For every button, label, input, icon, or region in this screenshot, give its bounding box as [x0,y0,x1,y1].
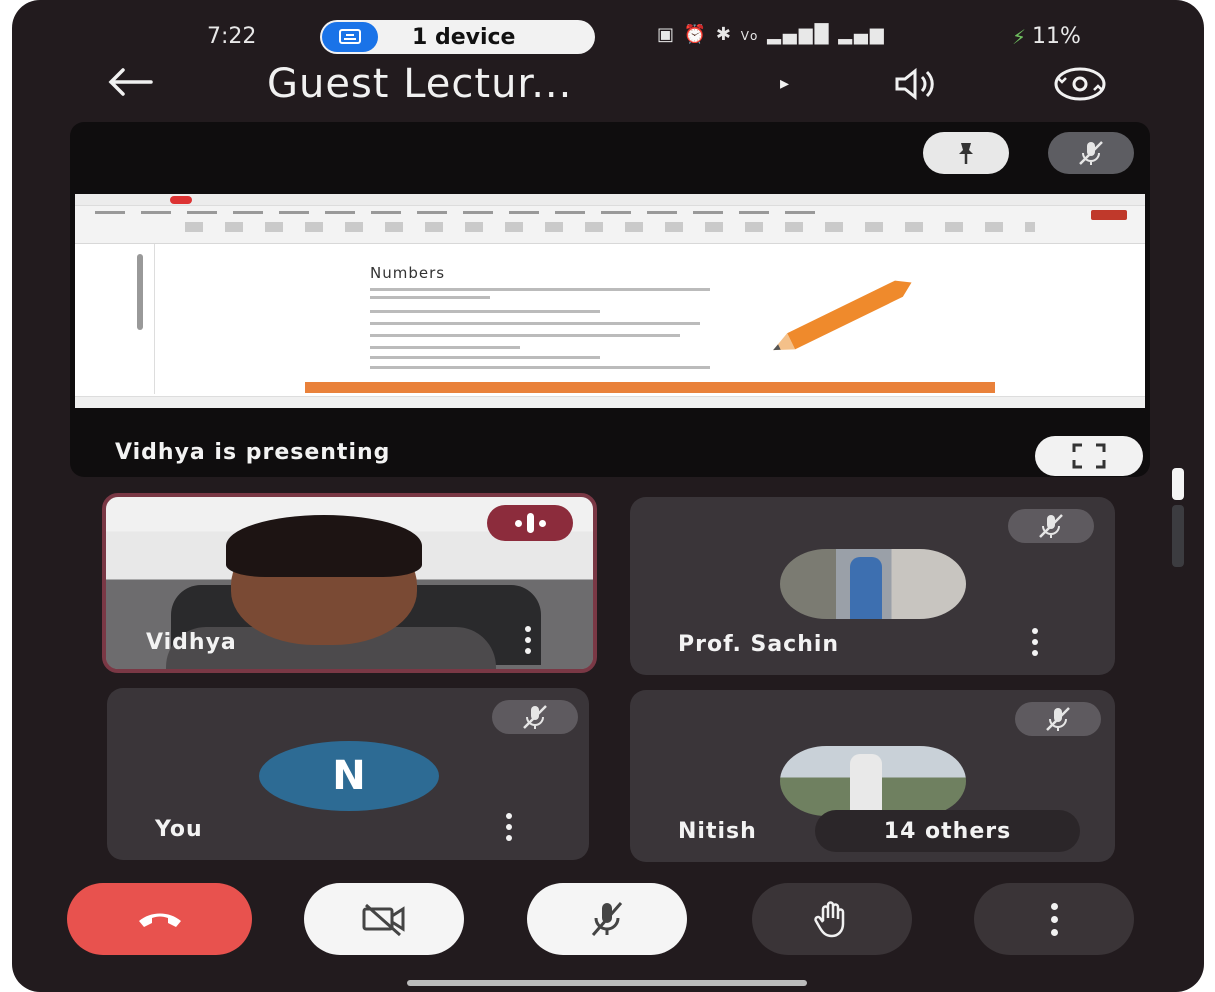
hang-up-icon [138,913,181,927]
avatar [780,549,966,619]
status-icons: ▣ ⏰ ✱ Vo ▂▄▆█ ▂▄▆ [657,24,886,45]
slide-text-line [370,322,700,325]
battery-percent: 11% [1032,24,1081,49]
signal-icon: ▂▄▆█ [767,24,831,45]
presentation-tile[interactable]: Numbers Vidhya is presenting [70,122,1150,477]
volte-icon: Vo [740,29,760,43]
more-vert-icon [1050,902,1058,936]
speaking-indicator [487,505,573,541]
raise-hand-icon [814,901,845,938]
fullscreen-button[interactable] [1035,436,1143,476]
participant-name: You [155,817,203,842]
alarm-icon: ⏰ [683,24,709,45]
charging-icon: ⚡ [1012,24,1027,49]
slide-heading: Numbers [370,264,446,282]
mute-indicator [492,700,578,734]
slide-text-line [370,334,680,337]
signal-icon: ▂▄▆ [838,24,886,45]
mic-off-icon [1046,707,1070,731]
status-bar: 7:22 1 device ▣ ⏰ ✱ Vo ▂▄▆█ ▂▄▆ ⚡ 11% [12,18,1204,58]
microphone-toggle-button[interactable] [527,883,687,955]
cast-label: 1 device [412,24,516,50]
end-call-button[interactable] [67,883,252,955]
pin-icon [959,143,973,164]
record-indicator [170,196,192,204]
scrollbar-thumb[interactable] [1172,468,1184,500]
participant-tile-nitish[interactable]: Nitish 14 others [630,690,1115,862]
raise-hand-button[interactable] [752,883,912,955]
avatar [780,746,966,816]
mic-off-icon [523,705,547,729]
slide-text-line [370,310,600,313]
video-person-hair [226,515,422,577]
participant-tile-sachin[interactable]: Prof. Sachin [630,497,1115,675]
scrollbar-track[interactable] [1172,505,1184,567]
audio-level-bar [526,513,534,533]
thumb-scrollbar [137,254,143,330]
bluetooth-icon: ✱ [715,24,733,45]
switch-camera-button[interactable] [1050,61,1110,107]
app-ribbon [75,194,1145,244]
share-button-shared [1091,210,1127,220]
nfc-icon: ▣ [657,24,677,45]
phone-screen: 7:22 1 device ▣ ⏰ ✱ Vo ▂▄▆█ ▂▄▆ ⚡ 11% Gu… [12,0,1204,992]
switch-camera-icon [1054,67,1106,101]
participant-options-button[interactable] [1025,625,1045,659]
pencil-graphic [773,280,912,351]
back-button[interactable] [100,57,160,107]
ribbon-tools [185,222,1035,232]
app-statusbar [75,396,1145,408]
presenting-label: Vidhya is presenting [115,440,391,465]
shared-screen: Numbers [75,194,1145,408]
slide-thumbnails [75,244,155,394]
slide-text-line [370,366,710,369]
avatar-figure [850,557,882,619]
mic-off-icon [591,902,623,936]
slide-footer-bar [305,382,995,393]
battery-indicator: ⚡ 11% [1012,24,1081,49]
presentation-mute-indicator [1048,132,1134,174]
pin-button[interactable] [923,132,1009,174]
fullscreen-icon [1072,443,1106,469]
participant-name: Vidhya [146,630,237,655]
mute-indicator [1015,702,1101,736]
slide-text-line [370,296,490,299]
mic-off-icon [1039,514,1063,538]
avatar-figure [850,754,882,816]
title-expand-icon[interactable]: ▸ [780,73,789,94]
audio-level-bar [514,519,522,527]
participant-options-button[interactable] [518,623,538,657]
menu-bar [95,211,815,214]
camera-toggle-button[interactable] [304,883,464,955]
mic-off-icon [1079,141,1103,165]
slide-text-line [370,346,520,349]
others-participants-button[interactable]: 14 others [815,810,1080,852]
cast-device-chip[interactable]: 1 device [320,20,595,54]
camera-off-icon [362,903,405,937]
audio-output-button[interactable] [887,61,947,107]
slide-canvas: Numbers [305,254,1005,394]
avatar: N [259,741,439,811]
home-indicator[interactable] [407,980,807,986]
slide-text-line [370,356,600,359]
participant-tile-you[interactable]: N You [107,688,589,860]
meeting-title[interactable]: Guest Lectur... [267,61,572,107]
mute-indicator [1008,509,1094,543]
participant-name: Prof. Sachin [678,632,840,657]
audio-level-bar [538,519,546,527]
participant-options-button[interactable] [499,810,519,844]
top-app-bar: Guest Lectur... ▸ [12,55,1204,115]
participant-tile-vidhya[interactable]: Vidhya [102,493,597,673]
app-titlebar [75,194,1145,206]
more-options-button[interactable] [974,883,1134,955]
back-arrow-icon [108,68,153,96]
status-time: 7:22 [207,24,257,49]
slide-text-line [370,288,710,291]
cast-icon [322,22,378,52]
participant-name: Nitish [678,819,757,844]
speaker-icon [895,67,934,101]
